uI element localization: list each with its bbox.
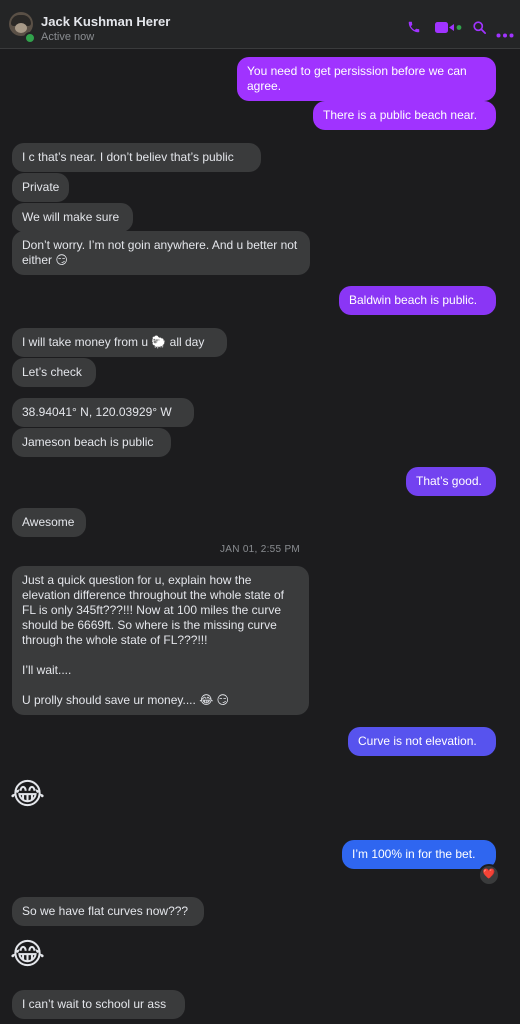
message-bubble-incoming[interactable]: Jameson beach is public xyxy=(12,428,171,457)
message-bubble-outgoing[interactable]: That’s good. xyxy=(406,467,496,496)
message-bubble-incoming[interactable]: 38.94041° N, 120.03929° W xyxy=(12,398,194,427)
message-timestamp: JAN 01, 2:55 PM xyxy=(219,544,301,555)
phone-icon[interactable] xyxy=(407,20,421,39)
emoji-message[interactable]: 😂 xyxy=(10,938,45,972)
more-icon[interactable] xyxy=(496,25,514,43)
heart-reaction-icon[interactable]: ❤️ xyxy=(478,864,500,886)
message-bubble-incoming[interactable]: Private xyxy=(12,173,69,202)
message-bubble-outgoing[interactable]: I’m 100% in for the bet. xyxy=(342,840,496,869)
message-bubble-outgoing[interactable]: You need to get persission before we can… xyxy=(237,57,496,101)
search-icon[interactable] xyxy=(472,20,487,40)
online-status-dot xyxy=(24,32,36,44)
contact-status: Active now xyxy=(41,31,95,43)
contact-name[interactable]: Jack Kushman Herer xyxy=(41,14,170,29)
message-bubble-incoming[interactable]: We will make sure xyxy=(12,203,133,232)
message-bubble-incoming[interactable]: I will take money from u 🐑 all day xyxy=(12,328,227,357)
message-bubble-incoming[interactable]: Don’t worry. I’m not goin anywhere. And … xyxy=(12,231,310,275)
message-bubble-incoming[interactable]: Let’s check xyxy=(12,358,96,387)
chat-header: Jack Kushman Herer Active now xyxy=(0,0,520,49)
message-bubble-incoming[interactable]: I c that’s near. I don’t believ that’s p… xyxy=(12,143,261,172)
message-bubble-outgoing[interactable]: There is a public beach near. xyxy=(313,101,496,130)
video-icon[interactable] xyxy=(435,21,463,39)
message-bubble-incoming[interactable]: I can’t wait to school ur ass xyxy=(12,990,185,1019)
message-bubble-incoming[interactable]: Just a quick question for u, explain how… xyxy=(12,566,309,715)
message-bubble-incoming[interactable]: So we have flat curves now??? xyxy=(12,897,204,926)
emoji-message[interactable]: 😂 xyxy=(10,778,45,812)
message-bubble-outgoing[interactable]: Baldwin beach is public. xyxy=(339,286,496,315)
message-bubble-outgoing[interactable]: Curve is not elevation. xyxy=(348,727,496,756)
message-bubble-incoming[interactable]: Awesome xyxy=(12,508,86,537)
